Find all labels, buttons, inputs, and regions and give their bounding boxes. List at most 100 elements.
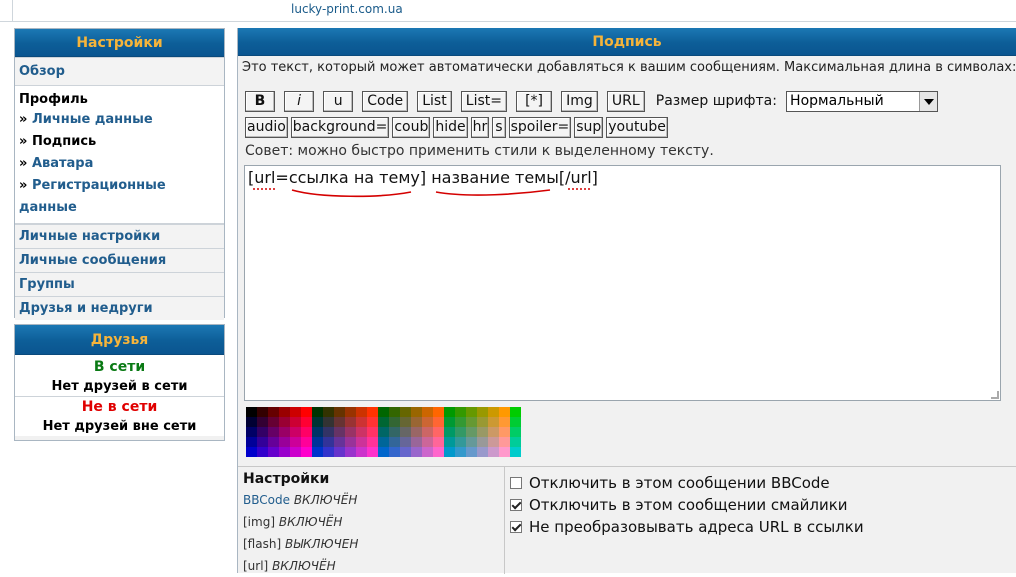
spoiler-button[interactable]: spoiler= [508,117,572,138]
site-domain[interactable]: lucky-print.com.ua [291,2,403,16]
list-ordered-button[interactable]: List= [460,91,507,112]
color-swatch[interactable] [378,417,389,427]
color-swatch[interactable] [257,437,268,447]
color-swatch[interactable] [389,427,400,437]
color-swatch[interactable] [301,427,312,437]
color-swatch[interactable] [268,437,279,447]
color-swatch[interactable] [477,407,488,417]
color-swatch[interactable] [499,417,510,427]
color-swatch[interactable] [444,417,455,427]
color-swatch[interactable] [356,447,367,457]
color-swatch[interactable] [499,437,510,447]
color-swatch[interactable] [301,437,312,447]
color-swatch[interactable] [488,427,499,437]
color-swatch[interactable] [312,437,323,447]
color-swatch[interactable] [367,407,378,417]
color-swatch[interactable] [477,437,488,447]
color-swatch[interactable] [246,447,257,457]
disable-smilies-checkbox[interactable] [510,499,522,511]
color-swatch[interactable] [378,447,389,457]
color-swatch[interactable] [411,427,422,437]
color-swatch[interactable] [323,407,334,417]
color-swatch[interactable] [290,447,301,457]
color-swatch[interactable] [378,407,389,417]
nav-item-overview[interactable]: Обзор [15,57,224,85]
color-swatch[interactable] [323,417,334,427]
sup-button[interactable]: sup [574,117,604,138]
color-swatch[interactable] [411,417,422,427]
color-swatch[interactable] [257,407,268,417]
color-swatch[interactable] [510,437,521,447]
audio-button[interactable]: audio [245,117,288,138]
color-swatch[interactable] [389,437,400,447]
color-swatch[interactable] [477,447,488,457]
color-swatch[interactable] [499,427,510,437]
color-swatch[interactable] [477,427,488,437]
color-swatch[interactable] [400,417,411,427]
color-swatch[interactable] [345,447,356,457]
color-swatch[interactable] [246,437,257,447]
color-swatch[interactable] [279,417,290,427]
color-swatch[interactable] [312,407,323,417]
color-swatch[interactable] [422,407,433,417]
youtube-button[interactable]: youtube [606,117,668,138]
color-swatch[interactable] [422,437,433,447]
color-swatch[interactable] [268,407,279,417]
color-swatch[interactable] [400,437,411,447]
color-swatch[interactable] [510,447,521,457]
nav-item-label[interactable]: Аватара [32,156,93,171]
color-swatch[interactable] [466,447,477,457]
color-swatch[interactable] [411,447,422,457]
color-swatch[interactable] [246,417,257,427]
nav-item-friends-foes[interactable]: Друзья и недруги [15,296,224,320]
list-button[interactable]: List [417,91,452,112]
color-swatch[interactable] [356,437,367,447]
color-swatch[interactable] [356,417,367,427]
color-swatch[interactable] [488,407,499,417]
color-swatch[interactable] [444,437,455,447]
color-swatch[interactable] [510,407,521,417]
color-swatch[interactable] [290,427,301,437]
color-swatch[interactable] [345,407,356,417]
nav-item-label[interactable]: Подпись [32,134,96,149]
color-swatch[interactable] [290,437,301,447]
color-swatch[interactable] [290,417,301,427]
color-swatch[interactable] [279,427,290,437]
color-swatch[interactable] [323,427,334,437]
color-swatch[interactable] [466,427,477,437]
color-swatch[interactable] [477,417,488,427]
color-swatch[interactable] [510,427,521,437]
color-swatch[interactable] [488,447,499,457]
color-swatch[interactable] [455,407,466,417]
color-swatch[interactable] [246,407,257,417]
color-swatch[interactable] [367,427,378,437]
color-swatch[interactable] [279,407,290,417]
color-swatch[interactable] [246,427,257,437]
setting-key[interactable]: BBCode [243,493,290,507]
color-swatch[interactable] [356,427,367,437]
nav-item-personal-data[interactable]: » Личные данные [19,109,220,131]
nav-item-personal-settings[interactable]: Личные настройки [15,224,224,248]
underline-button[interactable]: u [323,91,354,112]
color-swatch[interactable] [290,407,301,417]
nav-item-avatar[interactable]: » Аватара [19,153,220,175]
color-swatch[interactable] [455,417,466,427]
font-size-select[interactable]: Нормальный [786,91,939,112]
color-swatch[interactable] [312,417,323,427]
color-swatch[interactable] [433,417,444,427]
color-swatch[interactable] [510,417,521,427]
color-swatch[interactable] [444,427,455,437]
color-swatch[interactable] [422,427,433,437]
color-swatch[interactable] [257,427,268,437]
signature-textarea[interactable]: [url=ссылка на тему] название темы[/url] [244,165,1001,401]
color-swatch[interactable] [400,427,411,437]
color-swatch[interactable] [400,407,411,417]
disable-bbcode-checkbox[interactable] [510,477,522,489]
color-swatch[interactable] [334,437,345,447]
option-disable-smilies[interactable]: Отключить в этом сообщении смайлики [510,495,864,517]
hr-button[interactable]: hr [470,117,490,138]
code-button[interactable]: Code [362,91,409,112]
color-swatch[interactable] [301,447,312,457]
color-swatch[interactable] [389,447,400,457]
color-swatch[interactable] [433,407,444,417]
